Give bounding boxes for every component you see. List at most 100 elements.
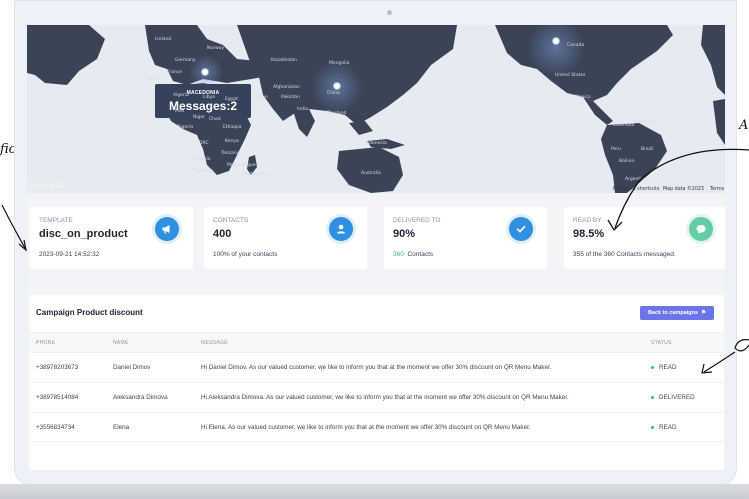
map-marker-asia[interactable] [333, 82, 341, 90]
laptop-base [0, 484, 749, 499]
status-dot-icon [651, 396, 654, 399]
stat-label: DELIVERED TO [393, 217, 441, 224]
stat-subtext: 2023-09-21 14:52:32 [39, 251, 100, 258]
place-label: Niger [193, 115, 206, 120]
column-header-message[interactable]: MESSAGE [201, 340, 228, 346]
place-label: Chad [209, 117, 221, 122]
delivered-unit: Contacts [407, 251, 434, 258]
keyboard-shortcuts-link[interactable]: Keyboard shortcuts [613, 187, 659, 192]
place-label: Canada [567, 43, 585, 48]
cell-phone: +38978514084 [36, 394, 79, 401]
world-map[interactable]: MACEDONIA Messages:2 Iceland Norway Germ… [27, 25, 725, 193]
app-screen: MACEDONIA Messages:2 Iceland Norway Germ… [27, 25, 725, 470]
chat-bubble-icon [689, 217, 713, 241]
stat-card-delivered: DELIVERED TO 90% 360 Contacts [384, 207, 547, 269]
stat-subtext: 100% of your contacts [213, 251, 278, 258]
place-label: Afghanistan [273, 85, 300, 90]
place-label: India [297, 107, 309, 112]
table-row[interactable]: +3556834734 Elena Hi Elena. As our value… [30, 412, 724, 442]
table-row[interactable]: +38978203673 Daniel Dimov Hi Daniel Dimo… [30, 352, 724, 382]
table-header: PHONE NAME MESSAGE STATUS [30, 332, 724, 352]
laptop-frame: MACEDONIA Messages:2 Iceland Norway Germ… [14, 0, 737, 486]
place-label: Peru [611, 147, 622, 152]
place-label: Kazakhstan [271, 58, 297, 63]
place-label: Namibia [195, 169, 214, 174]
cell-message: Hi Elena. As our valued customer, we lik… [201, 424, 531, 431]
place-label: Nigeria [177, 125, 194, 130]
place-label: China [327, 91, 340, 96]
cell-phone: +38978203673 [36, 364, 79, 371]
status-text: READ [659, 364, 677, 371]
map-landmasses [27, 25, 725, 193]
cell-status: DELIVERED [651, 394, 695, 401]
camera-dot [387, 10, 392, 15]
map-data-attribution: Map data ©2023 [663, 187, 704, 192]
status-text: DELIVERED [659, 394, 695, 401]
stat-value: disc_on_product [39, 228, 128, 240]
place-label: Iran [259, 95, 268, 100]
stat-card-template: TEMPLATE disc_on_product 2023-09-21 14:5… [30, 207, 193, 269]
place-label: Spain [147, 77, 160, 82]
place-label: Iceland [155, 37, 172, 42]
place-label: Norway [207, 46, 225, 51]
map-marker-north-america[interactable] [552, 37, 560, 45]
place-label: United States [555, 73, 586, 78]
place-label: Mongolia [329, 61, 350, 66]
cell-name: Elena [113, 424, 130, 431]
terms-link[interactable]: Terms [710, 187, 724, 192]
place-label: Angola [195, 157, 211, 162]
place-label: Venezuela [631, 119, 655, 124]
stat-value: 90% [393, 228, 416, 240]
place-label: DRC [199, 141, 209, 146]
place-label: Mexico [575, 95, 591, 100]
status-text: READ [659, 424, 677, 431]
annotation-text-right: A [739, 118, 749, 133]
megaphone-icon [155, 217, 179, 241]
delivered-count: 360 [393, 251, 404, 258]
cell-status: READ [651, 364, 677, 371]
campaign-panel: Campaign Product discount Back to campai… [30, 295, 724, 470]
place-label: Argentina [625, 177, 647, 182]
cell-status: READ [651, 424, 677, 431]
place-label: Indonesia [365, 141, 387, 146]
campaign-title: Campaign Product discount [36, 308, 143, 317]
place-label: Libya [203, 95, 216, 100]
cell-message: Hi Aleksandra Dimova. As our valued cust… [201, 394, 569, 401]
back-button-label: Back to campaigns [647, 310, 699, 316]
place-label: Germany [175, 58, 196, 63]
place-label: Madagascar [243, 172, 271, 177]
column-header-name[interactable]: NAME [113, 340, 129, 346]
stat-card-read: READ BY 98.5% 355 of the 360 Contacts me… [564, 207, 725, 269]
place-label: Algeria [173, 93, 189, 98]
status-dot-icon [651, 366, 654, 369]
place-label: Pakistan [281, 95, 300, 100]
place-label: Ethiopia [223, 125, 242, 130]
stat-subtext-row: 360 Contacts [393, 251, 433, 258]
table-row[interactable]: +38978514084 Aleksandra Dimova Hi Aleksa… [30, 382, 724, 412]
stat-value: 98.5% [573, 228, 605, 240]
column-header-phone[interactable]: PHONE [36, 340, 55, 346]
stat-value: 400 [213, 228, 232, 240]
flag-icon: ⚑ [701, 310, 707, 316]
stat-subtext: 355 of the 360 Contacts messaged. [573, 251, 676, 258]
place-label: France [167, 70, 182, 75]
place-label: Brazil [641, 147, 654, 152]
back-to-campaigns-button[interactable]: Back to campaigns ⚑ [640, 306, 714, 320]
stat-label: CONTACTS [213, 217, 249, 224]
messages-table: PHONE NAME MESSAGE STATUS +38978203673 D… [30, 332, 724, 442]
stat-label: READ BY [573, 217, 602, 224]
place-label: Mozambique [227, 163, 256, 168]
google-logo: Google [29, 181, 65, 191]
page: fic A MACEDONIA Messages:2 Iceland Norwa… [0, 0, 749, 499]
stat-card-contacts: CONTACTS 400 100% of your contacts [204, 207, 367, 269]
place-label: Australia [361, 171, 381, 176]
column-header-status[interactable]: STATUS [651, 340, 672, 346]
map-marker-europe[interactable] [201, 68, 209, 76]
cell-message: Hi Daniel Dimov. As our valued customer,… [201, 364, 552, 371]
cell-phone: +3556834734 [36, 424, 75, 431]
place-label: Bolivia [619, 159, 635, 164]
place-label: Mali [175, 109, 185, 114]
user-icon [329, 217, 353, 241]
cell-name: Aleksandra Dimova [113, 394, 168, 401]
place-label: Tanzania [221, 151, 241, 156]
